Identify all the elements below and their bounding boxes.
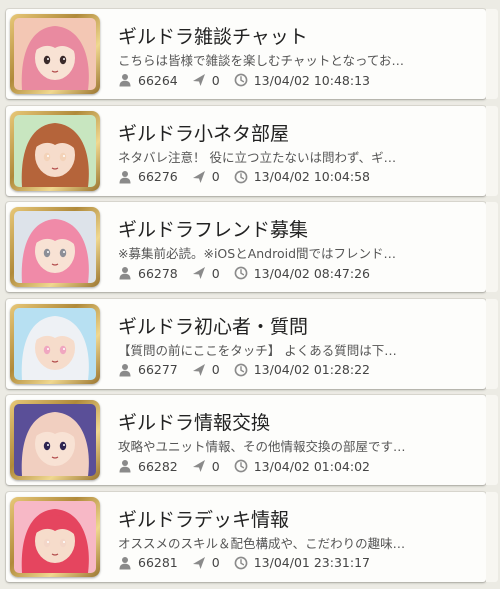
card-edge [486, 491, 498, 582]
room-thumbnail [10, 303, 100, 384]
clock-icon [234, 266, 248, 280]
chat-room-card[interactable]: ギルドラ初心者・質問 【質問の前にここをタッチ】 よくある質問は下… 66277… [6, 298, 498, 389]
room-thumbnail [10, 496, 100, 577]
room-title: ギルドラ雑談チャット [118, 26, 308, 48]
room-title: ギルドラ小ネタ部屋 [118, 122, 290, 145]
post-count: 0 [211, 458, 220, 474]
send-arrow-icon [192, 460, 205, 472]
send-arrow-icon [192, 267, 205, 279]
room-description: ネタバレ注意！ 役に立つ立たないは問わず、ギ… [118, 149, 397, 165]
card-edge [486, 9, 498, 99]
chat-room-card[interactable]: ギルドラ雑談チャット こちらは皆様で雑談を楽しむチャットとなってお… 66264… [6, 9, 498, 99]
last-updated-timestamp: 13/04/02 10:48:13 [253, 72, 370, 88]
room-thumbnail-image [14, 404, 96, 476]
member-count: 66282 [138, 458, 178, 474]
last-updated-timestamp: 13/04/02 10:04:58 [253, 169, 370, 184]
post-count: 0 [211, 555, 220, 570]
post-count: 0 [211, 72, 220, 88]
room-title: ギルドラフレンド募集 [118, 219, 309, 241]
member-count: 66281 [138, 555, 178, 570]
room-thumbnail [10, 207, 100, 287]
last-updated-timestamp: 13/04/02 01:04:02 [253, 458, 370, 474]
room-thumbnail-image [14, 211, 96, 283]
room-meta: 66277 0 13/04/02 01:28:22 [118, 362, 370, 378]
room-meta: 66282 0 13/04/02 01:04:02 [118, 458, 370, 474]
clock-icon [234, 459, 248, 473]
chat-room-card[interactable]: ギルドラフレンド募集 ※募集前必読。※iOSとAndroid間ではフレンド… 6… [6, 202, 498, 292]
person-icon [119, 267, 131, 280]
room-meta: 66264 0 13/04/02 10:48:13 [118, 72, 370, 88]
room-meta: 66281 0 13/04/01 23:31:17 [118, 555, 370, 571]
send-arrow-icon [192, 363, 205, 376]
room-thumbnail-image [14, 18, 96, 90]
room-description: オススメのスキル＆配色構成や、こだわりの趣味… [118, 535, 406, 551]
room-thumbnail-image [14, 307, 96, 380]
room-description: 【質問の前にここをタッチ】 よくある質問は下… [118, 342, 397, 358]
room-title: ギルドラ初心者・質問 [118, 315, 309, 338]
room-meta: 66278 0 13/04/02 08:47:26 [118, 265, 370, 281]
post-count: 0 [211, 362, 220, 377]
send-arrow-icon [192, 74, 205, 86]
room-title: ギルドラ情報交換 [118, 412, 271, 434]
room-meta: 66276 0 13/04/02 10:04:58 [118, 169, 370, 185]
chat-room-card[interactable]: ギルドラ情報交換 攻略やユニット情報、その他情報交換の部屋です… 66282 0… [6, 395, 498, 485]
member-count: 66276 [138, 169, 178, 184]
room-thumbnail [10, 400, 100, 480]
clock-icon [234, 73, 248, 87]
room-description: こちらは皆様で雑談を楽しむチャットとなってお… [118, 53, 405, 68]
post-count: 0 [211, 169, 220, 184]
room-thumbnail [10, 14, 100, 94]
card-edge [486, 202, 498, 292]
chat-room-card[interactable]: ギルドラ小ネタ部屋 ネタバレ注意！ 役に立つ立たないは問わず、ギ… 66276 … [6, 105, 498, 196]
room-thumbnail [10, 110, 100, 191]
person-icon [119, 74, 131, 87]
member-count: 66277 [138, 362, 178, 377]
clock-icon [234, 556, 248, 569]
chat-room-card[interactable]: ギルドラデッキ情報 オススメのスキル＆配色構成や、こだわりの趣味… 66281 … [6, 491, 498, 582]
last-updated-timestamp: 13/04/01 23:31:17 [253, 555, 370, 570]
post-count: 0 [211, 265, 220, 281]
send-arrow-icon [192, 556, 205, 569]
person-icon [119, 556, 131, 569]
card-edge [486, 395, 498, 485]
person-icon [119, 460, 131, 473]
member-count: 66264 [138, 72, 178, 88]
clock-icon [234, 170, 248, 183]
person-icon [119, 170, 131, 183]
card-edge [486, 105, 498, 196]
person-icon [119, 363, 131, 376]
member-count: 66278 [138, 265, 178, 281]
room-title: ギルドラデッキ情報 [118, 508, 290, 531]
last-updated-timestamp: 13/04/02 08:47:26 [253, 265, 370, 281]
room-thumbnail-image [14, 500, 96, 573]
room-description: ※募集前必読。※iOSとAndroid間ではフレンド… [118, 246, 397, 261]
chat-room-list: ギルドラ雑談チャット こちらは皆様で雑談を楽しむチャットとなってお… 66264… [0, 0, 500, 589]
clock-icon [234, 363, 248, 376]
room-thumbnail-image [14, 114, 96, 187]
last-updated-timestamp: 13/04/02 01:28:22 [253, 362, 370, 377]
send-arrow-icon [192, 170, 205, 183]
card-edge [486, 298, 498, 389]
room-description: 攻略やユニット情報、その他情報交換の部屋です… [118, 439, 406, 454]
